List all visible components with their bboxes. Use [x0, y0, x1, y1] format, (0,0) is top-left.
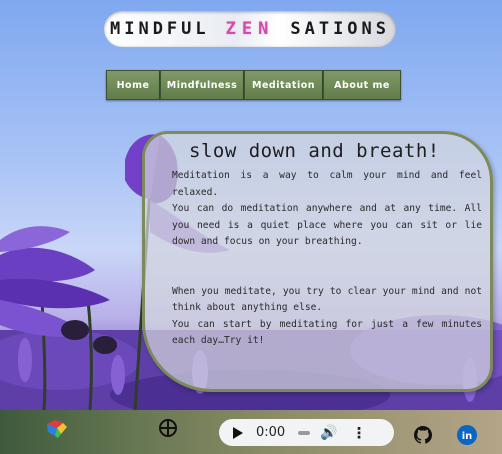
wheel-icon[interactable]	[158, 418, 178, 438]
github-icon[interactable]	[414, 426, 432, 444]
main-nav: Home Mindfulness Meditation About me	[106, 70, 401, 100]
nav-mindfulness[interactable]: Mindfulness	[160, 70, 244, 100]
nav-about-me[interactable]: About me	[323, 70, 401, 100]
title-accent: ZEN	[225, 19, 275, 39]
linkedin-icon[interactable]: in	[457, 425, 477, 445]
content-body: Meditation is a way to calm your mind an…	[172, 168, 482, 350]
paragraph-2: You can do meditation anywhere and at an…	[172, 203, 482, 247]
content-heading: slow down and breath!	[189, 140, 440, 162]
paragraph-4: You can start by meditating for just a f…	[172, 318, 482, 347]
colorful-logo-icon[interactable]	[45, 418, 69, 440]
paragraph-1: Meditation is a way to calm your mind an…	[172, 170, 482, 198]
audio-progress[interactable]	[298, 430, 311, 435]
left-flower	[0, 226, 110, 337]
title-left: MINDFUL	[109, 19, 210, 39]
nav-meditation[interactable]: Meditation	[244, 70, 323, 100]
more-options-icon[interactable]: ⋮	[352, 424, 367, 442]
title-right: SATIONS	[290, 19, 391, 39]
play-icon[interactable]	[233, 426, 243, 439]
nav-home[interactable]: Home	[106, 70, 160, 100]
volume-icon[interactable]: 🔊	[320, 425, 337, 441]
paragraph-3: When you meditate, you try to clear your…	[172, 285, 482, 314]
content-card: slow down and breath! Meditation is a wa…	[142, 131, 493, 392]
audio-time: 0:00	[256, 425, 286, 440]
svg-text:in: in	[462, 431, 473, 442]
audio-player[interactable]: 0:00 🔊 ⋮	[219, 419, 394, 446]
site-title: MINDFUL ZEN SATIONS	[104, 11, 396, 47]
